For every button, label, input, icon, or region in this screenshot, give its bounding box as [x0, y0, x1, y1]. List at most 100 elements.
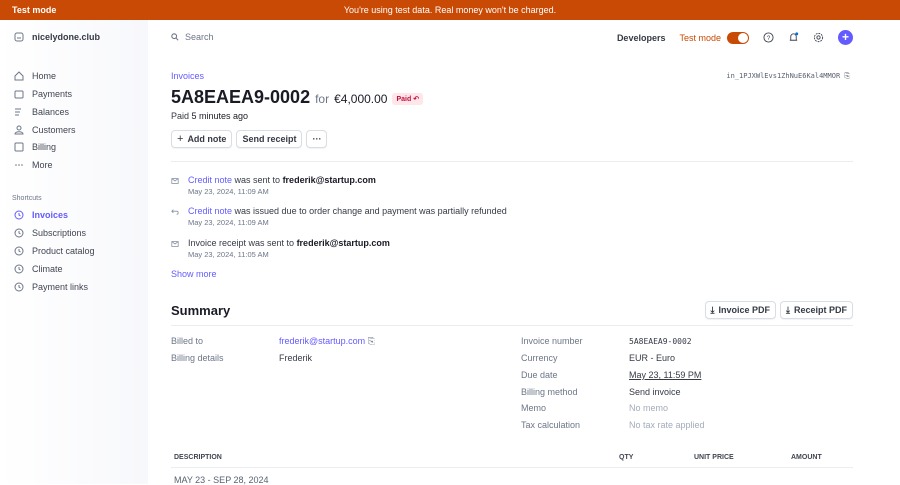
shortcut-invoices[interactable]: Invoices — [14, 210, 68, 220]
topbar: Search Developers Test mode ? + — [171, 20, 861, 56]
send-receipt-label: Send receipt — [242, 134, 297, 144]
wallet-icon — [14, 90, 24, 99]
download-icon: ⤓ — [786, 304, 790, 315]
more-actions-button[interactable]: ··· — [306, 130, 328, 148]
sidebar-item-billing[interactable]: Billing — [14, 142, 56, 152]
sidebar-item-balances[interactable]: Balances — [14, 107, 69, 117]
sidebar-item-label: Billing — [32, 142, 57, 152]
sidebar-item-payments[interactable]: Payments — [14, 89, 72, 99]
paid-prefix: Paid — [171, 111, 190, 121]
column-header-amount: AMOUNT — [791, 454, 822, 461]
sidebar-item-label: Payments — [32, 89, 73, 99]
test-mode-banner: Test mode You're using test data. Real m… — [0, 0, 900, 20]
field-label: Invoice number — [521, 336, 583, 346]
shortcut-label: Product catalog — [32, 246, 95, 256]
memo-value: No memo — [629, 403, 669, 413]
status-text: Paid — [396, 96, 412, 103]
billing-method-value: Send invoice — [629, 387, 681, 397]
search-placeholder: Search — [185, 32, 214, 42]
shortcut-label: Subscriptions — [32, 228, 87, 238]
event-text: was sent to — [232, 175, 283, 185]
shortcut-subscriptions[interactable]: Subscriptions — [14, 228, 86, 238]
person-icon — [14, 125, 24, 135]
breadcrumb-invoices[interactable]: Invoices — [171, 71, 204, 81]
balances-icon — [15, 108, 21, 116]
account-switcher[interactable]: nicelydone.club — [14, 32, 100, 42]
account-name: nicelydone.club — [32, 32, 101, 42]
mail-icon — [171, 178, 179, 184]
shortcuts-heading: Shortcuts — [12, 195, 42, 202]
clock-icon — [14, 246, 24, 256]
summary-heading: Summary — [171, 303, 231, 318]
event-text: was issued due to order change and payme… — [232, 206, 507, 216]
account-icon — [14, 32, 24, 42]
due-date-value[interactable]: May 23, 11:59 PM — [629, 370, 701, 380]
copy-icon[interactable]: ⎘ — [368, 336, 375, 346]
shortcut-label: Climate — [32, 264, 63, 274]
test-mode-toggle-label: Test mode — [679, 32, 721, 43]
divider — [171, 467, 853, 468]
invoice-id-text: in_1PJXWlEvs1ZhNuE6Kal4MMOR — [726, 72, 841, 80]
receipt-pdf-button[interactable]: ⤓ Receipt PDF — [780, 301, 853, 319]
sidebar-item-home[interactable]: Home — [14, 71, 56, 81]
create-plus-button[interactable]: + — [838, 30, 853, 45]
refund-arrow-icon: ↶ — [413, 96, 420, 103]
event-date: May 23, 2024, 11:09 AM — [188, 187, 269, 196]
sidebar-item-label: More — [32, 160, 53, 170]
column-header-unit-price: UNIT PRICE — [694, 454, 734, 461]
test-mode-toggle[interactable]: Test mode — [679, 31, 749, 44]
developers-link[interactable]: Developers — [617, 33, 666, 43]
column-header-qty: QTY — [619, 454, 634, 461]
billed-to-value: frederik@startup.com ⎘ — [279, 336, 375, 347]
receipt-pdf-label: Receipt PDF — [793, 305, 847, 315]
paid-ago: 5 minutes ago — [191, 111, 249, 121]
copy-icon[interactable]: ⎘ — [844, 72, 850, 80]
credit-note-link[interactable]: Credit note — [188, 175, 232, 185]
help-icon[interactable]: ? — [763, 32, 774, 43]
billed-to-email[interactable]: frederik@startup.com — [279, 336, 365, 346]
event-email: frederik@startup.com — [296, 238, 390, 248]
add-note-label: Add note — [187, 134, 227, 144]
search-icon — [171, 33, 179, 41]
shortcut-climate[interactable]: Climate — [14, 264, 63, 274]
sidebar-item-label: Customers — [32, 125, 76, 135]
search-input[interactable]: Search — [171, 32, 214, 42]
toggle-switch[interactable] — [727, 31, 749, 44]
send-receipt-button[interactable]: Send receipt — [236, 130, 303, 148]
show-more-link[interactable]: Show more — [171, 269, 217, 279]
currency-value: EUR - Euro — [629, 353, 676, 363]
download-icon: ⤓ — [710, 304, 715, 315]
invoice-id[interactable]: in_1PJXWlEvs1ZhNuE6Kal4MMOR ⎘ — [726, 72, 850, 81]
invoice-pdf-button[interactable]: ⤓ Invoice PDF — [704, 301, 776, 319]
billing-icon — [14, 142, 24, 152]
paid-time: Paid 5 minutes ago — [171, 111, 248, 121]
sidebar-item-more[interactable]: More — [14, 160, 53, 170]
refund-icon — [171, 209, 179, 215]
home-icon — [14, 71, 24, 81]
settings-gear-icon[interactable] — [813, 32, 824, 43]
billed-to-label: Billed to — [171, 336, 204, 346]
sidebar-item-customers[interactable]: Customers — [14, 125, 76, 135]
shortcut-label: Payment links — [32, 282, 89, 292]
clock-icon — [14, 282, 24, 292]
divider — [171, 161, 853, 162]
mail-icon — [171, 241, 179, 247]
add-note-button[interactable]: + Add note — [171, 130, 233, 148]
billing-details-value: Frederik — [279, 353, 313, 363]
field-label: Due date — [521, 370, 558, 380]
more-icon: ··· — [312, 134, 322, 144]
status-badge: Paid ↶ — [392, 93, 424, 105]
event-date: May 23, 2024, 11:05 AM — [188, 250, 269, 259]
credit-note-link[interactable]: Credit note — [188, 206, 232, 216]
shortcut-payment-links[interactable]: Payment links — [14, 282, 88, 292]
notifications-bell-icon[interactable] — [788, 32, 799, 43]
test-mode-message: You're using test data. Real money won't… — [343, 5, 557, 15]
clock-icon — [14, 264, 24, 274]
sidebar: nicelydone.club Home Payments Balances C… — [0, 20, 148, 484]
more-icon — [15, 164, 23, 166]
plus-icon: + — [177, 133, 184, 145]
field-label: Currency — [521, 353, 558, 363]
field-label: Memo — [521, 403, 547, 413]
clock-icon — [14, 228, 24, 238]
shortcut-product-catalog[interactable]: Product catalog — [14, 246, 95, 256]
